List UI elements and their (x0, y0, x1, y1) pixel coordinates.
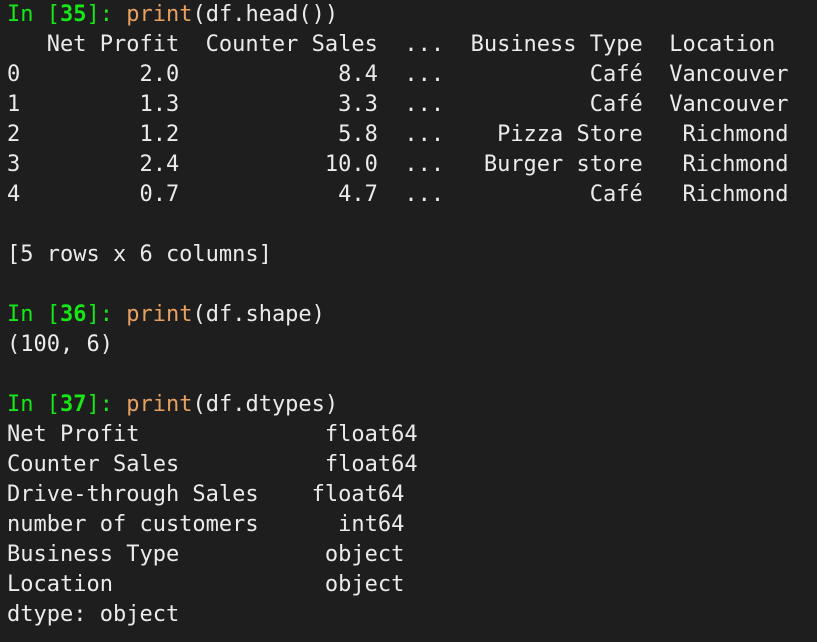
prompt-suffix: ]: (86, 302, 127, 327)
code-function: print (126, 392, 193, 417)
output-line: [5 rows x 6 columns] (7, 242, 272, 267)
input-prompt-35: In [35]: print(df.head()) (7, 0, 788, 30)
input-prompt-36: In [36]: print(df.shape) (7, 300, 788, 330)
code-arguments: (df.dtypes) (192, 392, 339, 417)
output-line: 4 0.7 4.7 ... Café Richmond (7, 182, 789, 207)
output-line: 1 1.3 3.3 ... Café Vancouver (7, 92, 789, 117)
output-line: 0 2.0 8.4 ... Café Vancouver (7, 62, 789, 87)
output-line: Drive-through Sales float64 (7, 482, 405, 507)
prompt-prefix: In [ (7, 302, 60, 327)
output-line: 2 1.2 5.8 ... Pizza Store Richmond (7, 122, 789, 147)
output-line: (100, 6) (7, 332, 113, 357)
output-line: dtype: object (7, 602, 180, 627)
code-function: print (126, 302, 193, 327)
code-arguments: (df.head()) (192, 2, 339, 27)
code-function: print (126, 2, 193, 27)
output-line: number of customers int64 (7, 512, 405, 537)
ipython-console[interactable]: In [35]: print(df.head()) Net Profit Cou… (7, 0, 788, 630)
execution-count: 37 (59, 392, 87, 417)
execution-count: 36 (59, 302, 87, 327)
output-line: Net Profit Counter Sales ... Business Ty… (7, 32, 776, 57)
output-line: Location object (7, 572, 405, 597)
prompt-prefix: In [ (7, 2, 60, 27)
input-prompt-37: In [37]: print(df.dtypes) (7, 390, 788, 420)
output-line: Counter Sales float64 (7, 452, 418, 477)
execution-count: 35 (59, 2, 87, 27)
code-arguments: (df.shape) (192, 302, 325, 327)
output-line: Business Type object (7, 542, 405, 567)
output-line: 3 2.4 10.0 ... Burger store Richmond (7, 152, 789, 177)
prompt-suffix: ]: (86, 2, 127, 27)
prompt-suffix: ]: (86, 392, 127, 417)
prompt-prefix: In [ (7, 392, 60, 417)
output-line: Net Profit float64 (7, 422, 418, 447)
